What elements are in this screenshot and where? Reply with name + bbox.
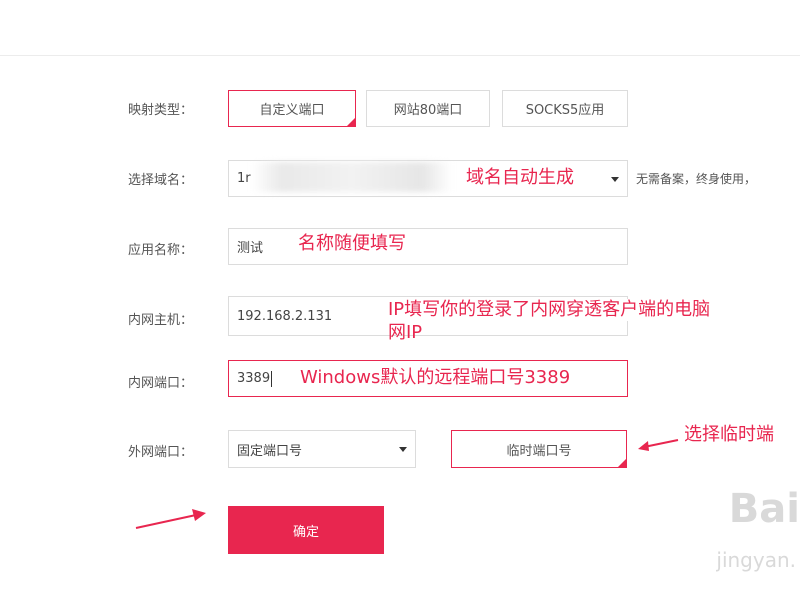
port-value: 3389 bbox=[237, 371, 271, 386]
tab-website-80-label: 网站80端口 bbox=[393, 103, 463, 118]
external-port-label: 外网端口： bbox=[128, 445, 194, 460]
selected-corner-icon bbox=[347, 118, 355, 126]
text-cursor bbox=[271, 370, 273, 387]
domain-label: 选择域名： bbox=[128, 173, 194, 188]
app-name-label: 应用名称： bbox=[128, 243, 194, 258]
tab-custom-port-label: 自定义端口 bbox=[259, 103, 325, 118]
arrow-right-icon bbox=[135, 509, 206, 529]
tab-socks5-label: SOCKS5应用 bbox=[525, 103, 605, 118]
host-label: 内网主机： bbox=[128, 313, 194, 328]
selected-corner-icon bbox=[618, 459, 626, 467]
temp-port-button[interactable]: 临时端口号 bbox=[451, 430, 627, 468]
app-name-value: 测试 bbox=[237, 241, 264, 256]
app-name-input[interactable]: 测试 bbox=[228, 228, 628, 265]
annotation-host-line2: 网IP bbox=[388, 322, 423, 343]
tab-custom-port[interactable]: 自定义端口 bbox=[228, 90, 356, 127]
tab-website-80[interactable]: 网站80端口 bbox=[366, 90, 490, 127]
external-port-select[interactable]: 固定端口号 bbox=[228, 430, 416, 468]
arrow-left-icon bbox=[638, 439, 679, 451]
host-value: 192.168.2.131 bbox=[237, 308, 333, 324]
annotation-app-name: 名称随便填写 bbox=[298, 233, 406, 254]
tab-socks5[interactable]: SOCKS5应用 bbox=[502, 90, 628, 127]
domain-note: 无需备案，终身使用， bbox=[636, 172, 757, 186]
annotation-port: Windows默认的远程端口号3389 bbox=[300, 367, 571, 388]
annotation-temp-port: 选择临时端 bbox=[684, 424, 774, 445]
watermark-logo: Bai bbox=[728, 486, 800, 532]
mapping-type-label: 映射类型： bbox=[128, 103, 194, 118]
external-port-select-value: 固定端口号 bbox=[237, 443, 303, 459]
domain-value: 1r bbox=[237, 171, 251, 186]
annotation-host-line1: IP填写你的登录了内网穿透客户端的电脑 bbox=[388, 299, 711, 321]
annotation-domain: 域名自动生成 bbox=[466, 167, 574, 188]
chevron-down-icon bbox=[611, 176, 619, 182]
header-divider bbox=[0, 55, 800, 56]
submit-button[interactable]: 确定 bbox=[228, 506, 384, 554]
watermark-sub: jingyan. bbox=[716, 548, 796, 572]
temp-port-button-label: 临时端口号 bbox=[506, 443, 572, 459]
port-label: 内网端口： bbox=[128, 376, 194, 391]
redacted-domain bbox=[252, 162, 452, 192]
chevron-down-icon bbox=[399, 447, 407, 452]
